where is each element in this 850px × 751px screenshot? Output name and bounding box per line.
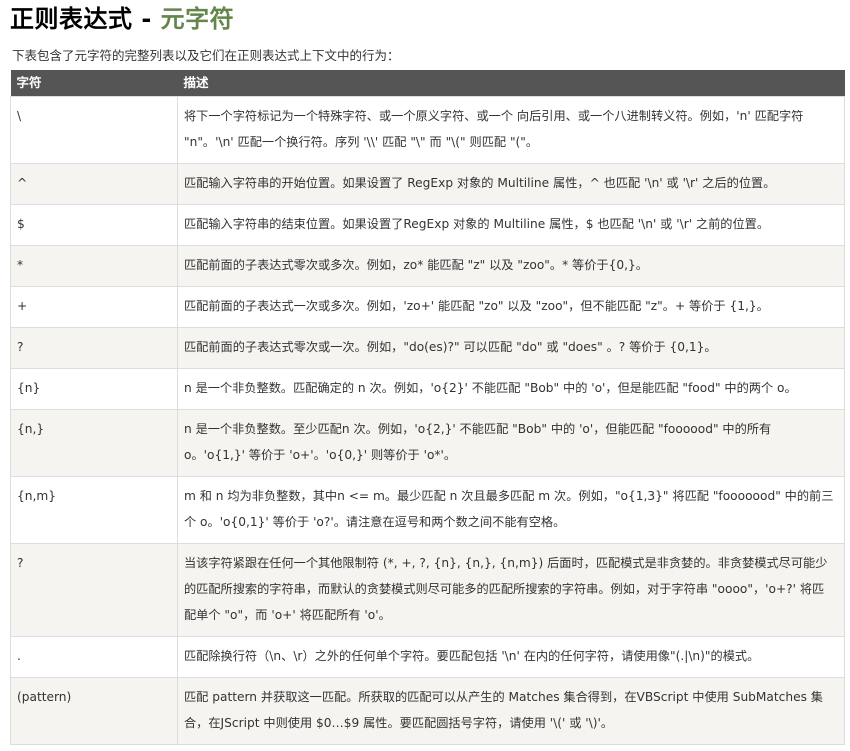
table-row: ? 当该字符紧跟在任何一个其他限制符 (*, +, ?, {n}, {n,}, … <box>10 543 845 637</box>
row-desc: 匹配 pattern 并获取这一匹配。所获取的匹配可以从产生的 Matches … <box>177 677 845 745</box>
page-title: 正则表达式 - 元字符 <box>10 0 843 40</box>
table-header-row: 字符 描述 <box>10 70 845 97</box>
page-title-accent: 元字符 <box>160 5 235 33</box>
table-row: \ 将下一个字符标记为一个特殊字符、或一个原义字符、或一个 向后引用、或一个八进… <box>10 96 845 164</box>
row-desc: n 是一个非负整数。至少匹配n 次。例如，'o{2,}' 不能匹配 "Bob" … <box>177 409 845 477</box>
table-row: {n,} n 是一个非负整数。至少匹配n 次。例如，'o{2,}' 不能匹配 "… <box>10 409 845 477</box>
row-char: . <box>10 636 178 678</box>
row-char: {n,} <box>10 409 178 477</box>
table-row: {n,m} m 和 n 均为非负整数，其中n <= m。最少匹配 n 次且最多匹… <box>10 476 845 544</box>
row-desc: 匹配除换行符（\n、\r）之外的任何单个字符。要匹配包括 '\n' 在内的任何字… <box>177 636 845 678</box>
metachar-table: 字符 描述 \ 将下一个字符标记为一个特殊字符、或一个原义字符、或一个 向后引用… <box>10 70 845 745</box>
row-desc: 匹配输入字符串的开始位置。如果设置了 RegExp 对象的 Multiline … <box>177 163 845 205</box>
table-row: {n} n 是一个非负整数。匹配确定的 n 次。例如，'o{2}' 不能匹配 "… <box>10 368 845 410</box>
row-desc: 匹配前面的子表达式零次或一次。例如，"do(es)?" 可以匹配 "do" 或 … <box>177 327 845 369</box>
row-desc: 匹配前面的子表达式一次或多次。例如，'zo+' 能匹配 "zo" 以及 "zoo… <box>177 286 845 328</box>
table-row: + 匹配前面的子表达式一次或多次。例如，'zo+' 能匹配 "zo" 以及 "z… <box>10 286 845 328</box>
row-char: (pattern) <box>10 677 178 745</box>
row-char: {n,m} <box>10 476 178 544</box>
header-desc: 描述 <box>177 70 845 97</box>
row-desc: m 和 n 均为非负整数，其中n <= m。最少匹配 n 次且最多匹配 m 次。… <box>177 476 845 544</box>
table-row: $ 匹配输入字符串的结束位置。如果设置了RegExp 对象的 Multiline… <box>10 204 845 246</box>
table-row: ? 匹配前面的子表达式零次或一次。例如，"do(es)?" 可以匹配 "do" … <box>10 327 845 369</box>
row-char: * <box>10 245 178 287</box>
page: 正则表达式 - 元字符 下表包含了元字符的完整列表以及它们在正则表达式上下文中的… <box>0 0 850 745</box>
row-char: {n} <box>10 368 178 410</box>
intro-text: 下表包含了元字符的完整列表以及它们在正则表达式上下文中的行为： <box>12 48 400 63</box>
table-row: . 匹配除换行符（\n、\r）之外的任何单个字符。要匹配包括 '\n' 在内的任… <box>10 636 845 678</box>
table-row: ^ 匹配输入字符串的开始位置。如果设置了 RegExp 对象的 Multilin… <box>10 163 845 205</box>
row-char: ? <box>10 327 178 369</box>
row-desc: 将下一个字符标记为一个特殊字符、或一个原义字符、或一个 向后引用、或一个八进制转… <box>177 96 845 164</box>
row-char: + <box>10 286 178 328</box>
row-char: ? <box>10 543 178 637</box>
header-char: 字符 <box>10 70 178 97</box>
row-char: ^ <box>10 163 178 205</box>
page-title-main: 正则表达式 - <box>10 5 161 33</box>
row-desc: 匹配输入字符串的结束位置。如果设置了RegExp 对象的 Multiline 属… <box>177 204 845 246</box>
row-char: \ <box>10 96 178 164</box>
row-desc: 当该字符紧跟在任何一个其他限制符 (*, +, ?, {n}, {n,}, {n… <box>177 543 845 637</box>
row-char: $ <box>10 204 178 246</box>
row-desc: n 是一个非负整数。匹配确定的 n 次。例如，'o{2}' 不能匹配 "Bob"… <box>177 368 845 410</box>
table-row: * 匹配前面的子表达式零次或多次。例如，zo* 能匹配 "z" 以及 "zoo"… <box>10 245 845 287</box>
table-row: (pattern) 匹配 pattern 并获取这一匹配。所获取的匹配可以从产生… <box>10 677 845 745</box>
row-desc: 匹配前面的子表达式零次或多次。例如，zo* 能匹配 "z" 以及 "zoo"。*… <box>177 245 845 287</box>
